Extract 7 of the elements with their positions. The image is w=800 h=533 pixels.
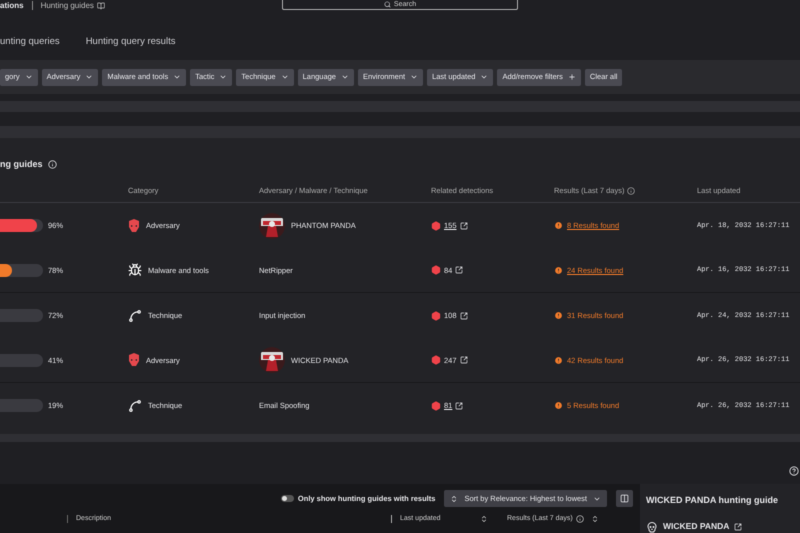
- panel-title: WICKED PANDA hunting guide: [646, 494, 779, 507]
- tab[interactable]: unting queries: [0, 34, 60, 52]
- breadcrumb-link[interactable]: Hunting guides: [40, 2, 94, 10]
- panel-subject-link[interactable]: WICKED PANDA: [663, 520, 730, 533]
- breadcrumb-link[interactable]: ations: [0, 2, 24, 10]
- tab[interactable]: Hunting query results: [86, 34, 176, 52]
- section-title: ng guides: [0, 158, 42, 171]
